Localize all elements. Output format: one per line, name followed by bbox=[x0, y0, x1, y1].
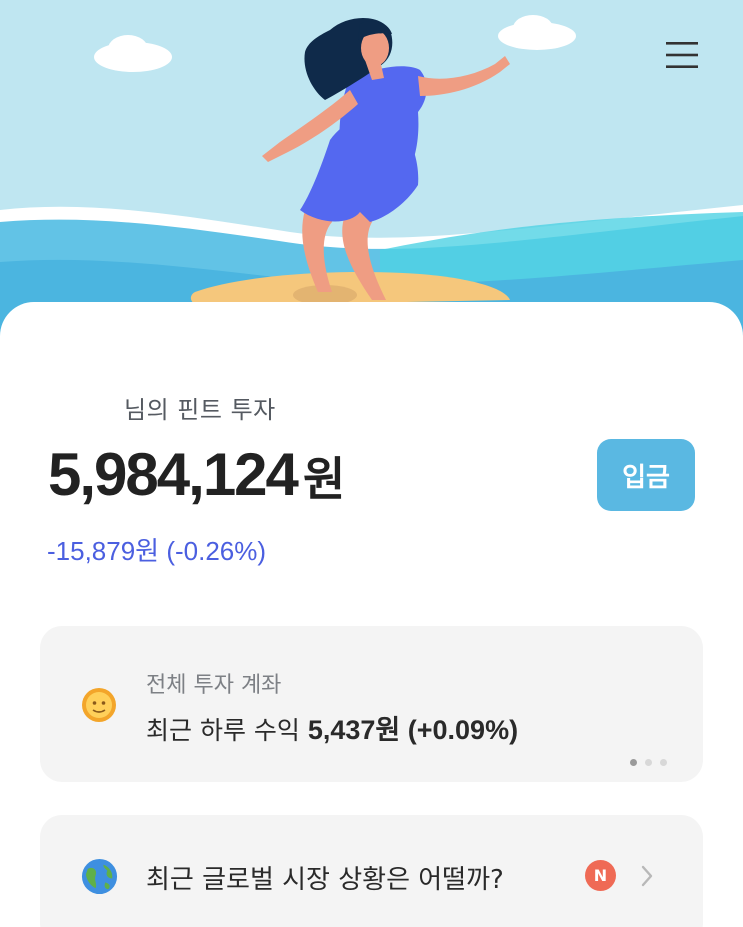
deposit-button[interactable]: 입금 bbox=[597, 439, 695, 511]
daily-profit-value: 5,437원 (+0.09%) bbox=[307, 715, 519, 745]
app-screen: 님의 핀트 투자 5,984,124 원 입금 -15,879원 (-0.26%… bbox=[0, 0, 743, 927]
chevron-right-icon[interactable] bbox=[638, 863, 656, 889]
market-news-text: 최근 글로벌 시장 상황은 어떨까? bbox=[146, 865, 504, 895]
daily-profit-text: 최근 하루 수익 5,437원 (+0.09%) bbox=[146, 708, 518, 747]
balance-amount: 5,984,124 bbox=[48, 441, 299, 508]
globe-icon bbox=[81, 858, 118, 895]
balance-change: -15,879원 (-0.26%) bbox=[47, 536, 267, 566]
account-owner-label: 님의 핀트 투자 bbox=[124, 396, 276, 424]
card-pagination-dots bbox=[630, 759, 667, 766]
pagination-dot bbox=[645, 759, 652, 766]
hamburger-menu-icon bbox=[666, 42, 698, 68]
hero-illustration bbox=[0, 0, 743, 340]
balance-unit: 원 bbox=[302, 452, 346, 506]
account-balance: 5,984,124 원 bbox=[48, 440, 345, 509]
surfer-on-wave-illustration bbox=[0, 0, 743, 340]
menu-button[interactable] bbox=[654, 30, 710, 80]
total-account-title: 전체 투자 계좌 bbox=[146, 673, 282, 698]
new-badge: N bbox=[585, 860, 616, 891]
total-account-card[interactable] bbox=[40, 626, 703, 782]
sun-face-icon bbox=[82, 688, 116, 722]
daily-profit-label: 최근 하루 수익 bbox=[146, 716, 300, 745]
pagination-dot bbox=[630, 759, 637, 766]
pagination-dot bbox=[660, 759, 667, 766]
